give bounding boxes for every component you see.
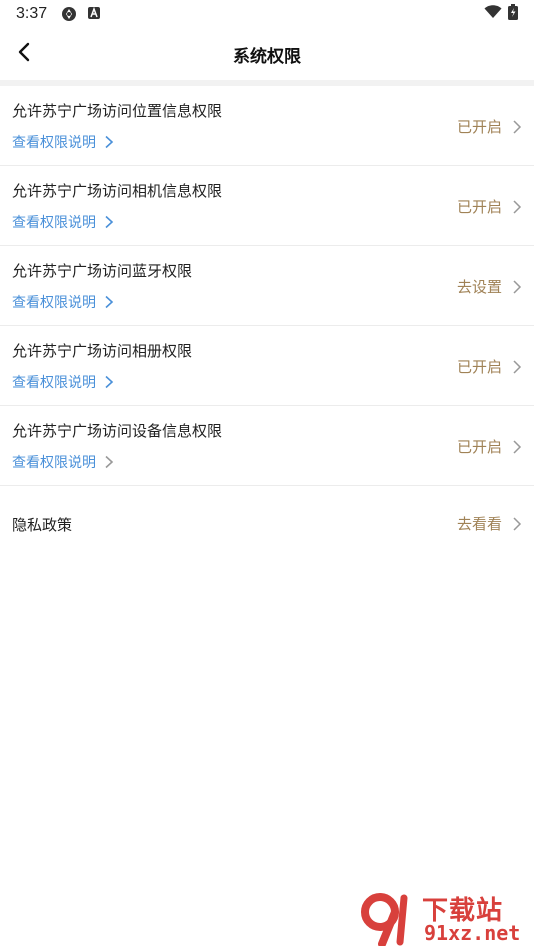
chevron-right-icon [512, 359, 522, 375]
permission-status[interactable]: 去设置 [457, 276, 522, 297]
permission-info-link-label: 查看权限说明 [12, 455, 96, 471]
privacy-policy-action-label: 去看看 [456, 515, 502, 533]
privacy-policy-action[interactable]: 去看看 [457, 513, 522, 534]
status-time: 3:37 [16, 5, 48, 22]
status-right [484, 4, 518, 24]
permission-info-link[interactable]: 查看权限说明 [12, 292, 114, 312]
permission-row-camera[interactable]: 允许苏宁广场访问相机信息权限 查看权限说明 已开启 [0, 166, 534, 246]
permission-title: 允许苏宁广场访问设备信息权限 [12, 422, 223, 440]
permission-title: 允许苏宁广场访问相机信息权限 [12, 182, 223, 200]
page-title: 系统权限 [233, 46, 301, 67]
permission-row-bluetooth[interactable]: 允许苏宁广场访问蓝牙权限 查看权限说明 去设置 [0, 246, 534, 326]
permission-row-album[interactable]: 允许苏宁广场访问相册权限 查看权限说明 已开启 [0, 326, 534, 406]
permission-info-link[interactable]: 查看权限说明 [12, 212, 114, 232]
chevron-right-icon [512, 439, 522, 455]
permission-status-label: 已开启 [456, 198, 502, 216]
watermark-en-text: 91xz.net [424, 921, 521, 945]
chevron-right-icon [512, 279, 522, 295]
privacy-policy-row[interactable]: 隐私政策 去看看 [0, 486, 534, 560]
chevron-right-icon [104, 135, 114, 149]
status-bar: 3:37 [0, 0, 534, 28]
back-button[interactable] [4, 34, 44, 74]
site-watermark: 下载站 91xz.net [360, 890, 528, 948]
permission-status-label: 去设置 [456, 278, 502, 296]
permission-info-link-label: 查看权限说明 [12, 375, 96, 391]
chevron-right-icon [512, 516, 522, 532]
permission-info-link-label: 查看权限说明 [12, 295, 96, 311]
chevron-left-icon [17, 42, 31, 66]
watermark-logo-icon [360, 892, 418, 948]
permission-info-link[interactable]: 查看权限说明 [12, 372, 114, 392]
chevron-right-icon [104, 215, 114, 229]
permission-status[interactable]: 已开启 [457, 436, 522, 457]
permission-status-label: 已开启 [456, 358, 502, 376]
permission-title: 允许苏宁广场访问位置信息权限 [12, 102, 223, 120]
permission-info-link-label: 查看权限说明 [12, 215, 96, 231]
app-header: 系统权限 [0, 28, 534, 80]
permission-status[interactable]: 已开启 [457, 356, 522, 377]
permission-info-link[interactable]: 查看权限说明 [12, 132, 114, 152]
chevron-right-icon [104, 375, 114, 389]
permission-status[interactable]: 已开启 [457, 116, 522, 137]
chevron-right-icon [104, 295, 114, 309]
aperture-icon [61, 6, 77, 22]
permission-title: 允许苏宁广场访问相册权限 [12, 342, 193, 360]
permission-status-label: 已开启 [456, 438, 502, 456]
chevron-right-icon [512, 119, 522, 135]
battery-icon [508, 4, 518, 24]
permission-list: 允许苏宁广场访问位置信息权限 查看权限说明 已开启 允许苏宁广场访问相机信息权限… [0, 86, 534, 560]
wifi-icon [484, 5, 502, 23]
app-notification-icon [87, 6, 103, 22]
permissions-screen: 3:37 系统权限 允许苏宁广场访问位置信息权限 查看权限说明 已开启 允许苏宁… [0, 0, 534, 950]
privacy-policy-title: 隐私政策 [12, 516, 73, 534]
permission-info-link[interactable]: 查看权限说明 [12, 452, 114, 472]
permission-info-link-label: 查看权限说明 [12, 135, 96, 151]
permission-row-device[interactable]: 允许苏宁广场访问设备信息权限 查看权限说明 已开启 [0, 406, 534, 486]
permission-status[interactable]: 已开启 [457, 196, 522, 217]
permission-title: 允许苏宁广场访问蓝牙权限 [12, 262, 193, 280]
chevron-right-icon [512, 199, 522, 215]
chevron-right-icon [104, 455, 114, 469]
permission-row-location[interactable]: 允许苏宁广场访问位置信息权限 查看权限说明 已开启 [0, 86, 534, 166]
permission-status-label: 已开启 [456, 118, 502, 136]
